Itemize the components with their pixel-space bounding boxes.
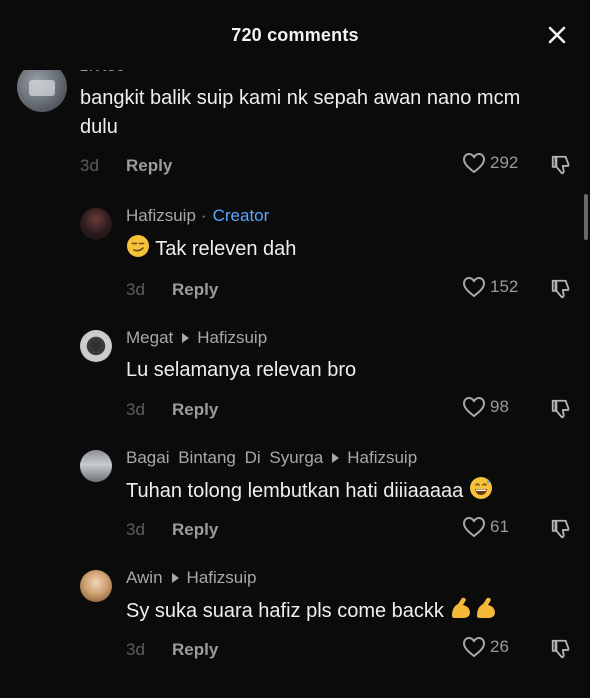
reply-to-username[interactable]: Hafizsuip xyxy=(347,448,417,468)
creator-badge: Creator xyxy=(212,206,270,225)
like-button[interactable]: 61 xyxy=(462,516,509,538)
reply-button[interactable]: Reply xyxy=(172,400,218,420)
reply-to-arrow-icon xyxy=(332,453,340,463)
reply-meta: 3d Reply xyxy=(126,636,218,664)
reply-username[interactable]: Awin xyxy=(126,568,163,588)
avatar[interactable] xyxy=(80,208,112,240)
like-button[interactable]: 26 xyxy=(462,636,509,658)
reply-username[interactable]: Bagai Bintang Di Syurga xyxy=(126,448,323,468)
avatar[interactable] xyxy=(80,570,112,602)
comment-item: z.vtec bangkit balik suip kami nk sepah … xyxy=(0,56,590,192)
comment-text: bangkit balik suip kami nk sepah awan na… xyxy=(80,87,521,138)
like-button[interactable]: 292 xyxy=(462,152,518,174)
like-count: 61 xyxy=(490,517,509,536)
heart-icon xyxy=(462,636,486,658)
reply-time: 3d xyxy=(126,640,145,659)
like-count: 292 xyxy=(490,153,519,172)
reply-username[interactable]: Hafizsuip xyxy=(126,206,196,226)
comment-meta: 3d Reply xyxy=(80,152,172,180)
reply-time: 3d xyxy=(126,520,145,539)
reply-text-content: Tak releven dah xyxy=(155,238,297,260)
reply-item: Hafizsuip · Creator Tak releven dah 3d R… xyxy=(0,198,590,318)
reply-button[interactable]: Reply xyxy=(126,156,172,176)
reply-text: Lu selamanya relevan bro xyxy=(126,359,357,381)
reply-text: Tuhan tolong lembutkan hati diiiaaaaa xyxy=(126,476,566,509)
heart-icon xyxy=(462,516,486,538)
reply-username[interactable]: Megat xyxy=(126,328,173,348)
separator-dot: · xyxy=(200,206,207,225)
reply-meta: 3d Reply xyxy=(126,396,218,424)
dislike-button[interactable] xyxy=(548,152,574,178)
flexed-biceps-emoji xyxy=(449,596,501,629)
reply-time: 3d xyxy=(126,280,145,299)
grinning-sweat-emoji xyxy=(469,476,493,509)
reply-text: Sy suka suara hafiz pls come backk xyxy=(126,596,566,629)
comments-count-title: 720 comments xyxy=(231,25,359,45)
reply-meta: 3d Reply xyxy=(126,276,218,304)
reply-header: Hafizsuip · Creator xyxy=(126,206,269,226)
dislike-button[interactable] xyxy=(548,276,574,302)
close-icon xyxy=(548,26,566,44)
reply-item: Awin Hafizsuip Sy suka suara hafiz pls c… xyxy=(0,560,590,680)
thumbs-down-icon xyxy=(551,519,570,539)
thumbs-down-icon xyxy=(551,399,570,419)
reply-text: Tak releven dah xyxy=(126,234,566,267)
heart-icon xyxy=(462,152,486,174)
reply-text-content: Tuhan tolong lembutkan hati diiiaaaaa xyxy=(126,480,464,502)
like-count: 98 xyxy=(490,397,509,416)
comments-header: 720 comments xyxy=(0,0,590,70)
dislike-button[interactable] xyxy=(548,516,574,542)
reply-button[interactable]: Reply xyxy=(172,640,218,660)
avatar[interactable] xyxy=(80,330,112,362)
reply-text-content: Sy suka suara hafiz pls come backk xyxy=(126,600,444,622)
reply-header: Bagai Bintang Di Syurga Hafizsuip xyxy=(126,448,417,468)
reply-button[interactable]: Reply xyxy=(172,520,218,540)
thumbs-down-icon xyxy=(551,155,570,175)
smirk-face-emoji xyxy=(126,234,150,267)
reply-button[interactable]: Reply xyxy=(172,280,218,300)
like-button[interactable]: 152 xyxy=(462,276,518,298)
reply-item: Bagai Bintang Di Syurga Hafizsuip Tuhan … xyxy=(0,440,590,560)
reply-header: Awin Hafizsuip xyxy=(126,568,256,588)
avatar[interactable] xyxy=(80,450,112,482)
thumbs-down-icon xyxy=(551,639,570,659)
close-button[interactable] xyxy=(546,24,568,46)
reply-item: Megat Hafizsuip Lu selamanya relevan bro… xyxy=(0,320,590,440)
dislike-button[interactable] xyxy=(548,396,574,422)
reply-to-arrow-icon xyxy=(182,333,190,343)
thumbs-down-icon xyxy=(551,279,570,299)
like-count: 26 xyxy=(490,637,509,656)
reply-to-arrow-icon xyxy=(171,573,179,583)
dislike-button[interactable] xyxy=(548,636,574,662)
reply-to-username[interactable]: Hafizsuip xyxy=(187,568,257,588)
reply-time: 3d xyxy=(126,400,145,419)
heart-icon xyxy=(462,396,486,418)
like-button[interactable]: 98 xyxy=(462,396,509,418)
comments-list[interactable]: z.vtec bangkit balik suip kami nk sepah … xyxy=(0,56,590,698)
comment-time: 3d xyxy=(80,156,99,175)
reply-to-username[interactable]: Hafizsuip xyxy=(197,328,267,348)
like-count: 152 xyxy=(490,277,519,296)
reply-header: Megat Hafizsuip xyxy=(126,328,267,348)
reply-meta: 3d Reply xyxy=(126,516,218,544)
heart-icon xyxy=(462,276,486,298)
